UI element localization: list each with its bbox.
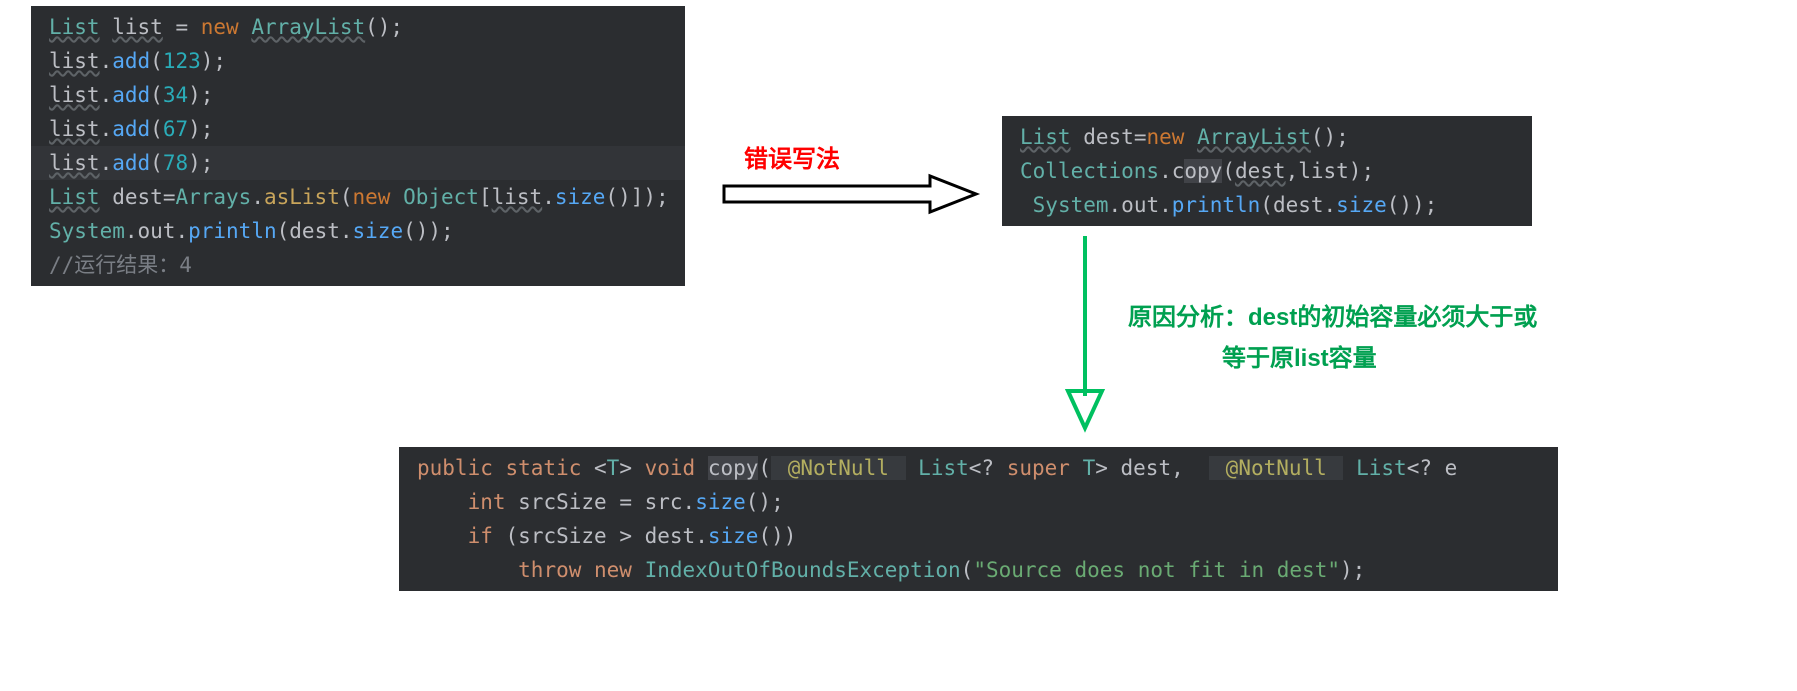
error-label: 错误写法 (744, 139, 840, 174)
code-line: if (srcSize > dest.size()) (399, 519, 1558, 553)
arrow-down-icon (1060, 236, 1110, 431)
code-line: System.out.println(dest.size()); (31, 214, 685, 248)
code-line: list.add(78); (31, 146, 685, 180)
code-line: list.add(123); (31, 44, 685, 78)
code-line: System.out.println(dest.size()); (1002, 188, 1532, 222)
code-block-right: List dest=new ArrayList();Collections.co… (1002, 116, 1532, 226)
reason-label-line1: 原因分析：dest的初始容量必须大于或 (1128, 297, 1537, 332)
code-line: //运行结果：4 (31, 248, 685, 282)
reason-label-line2: 等于原list容量 (1222, 338, 1377, 373)
code-line: throw new IndexOutOfBoundsException("Sou… (399, 553, 1558, 587)
code-line: list.add(34); (31, 78, 685, 112)
code-line: List list = new ArrayList(); (31, 10, 685, 44)
arrow-right-icon (720, 174, 980, 214)
code-block-left: List list = new ArrayList();list.add(123… (31, 6, 685, 286)
code-line: public static <T> void copy( @NotNull Li… (399, 451, 1558, 485)
code-line: List dest=Arrays.asList(new Object[list.… (31, 180, 685, 214)
code-block-bottom: public static <T> void copy( @NotNull Li… (399, 447, 1558, 591)
code-line: List dest=new ArrayList(); (1002, 120, 1532, 154)
code-line: int srcSize = src.size(); (399, 485, 1558, 519)
code-line: Collections.copy(dest,list); (1002, 154, 1532, 188)
code-line: list.add(67); (31, 112, 685, 146)
